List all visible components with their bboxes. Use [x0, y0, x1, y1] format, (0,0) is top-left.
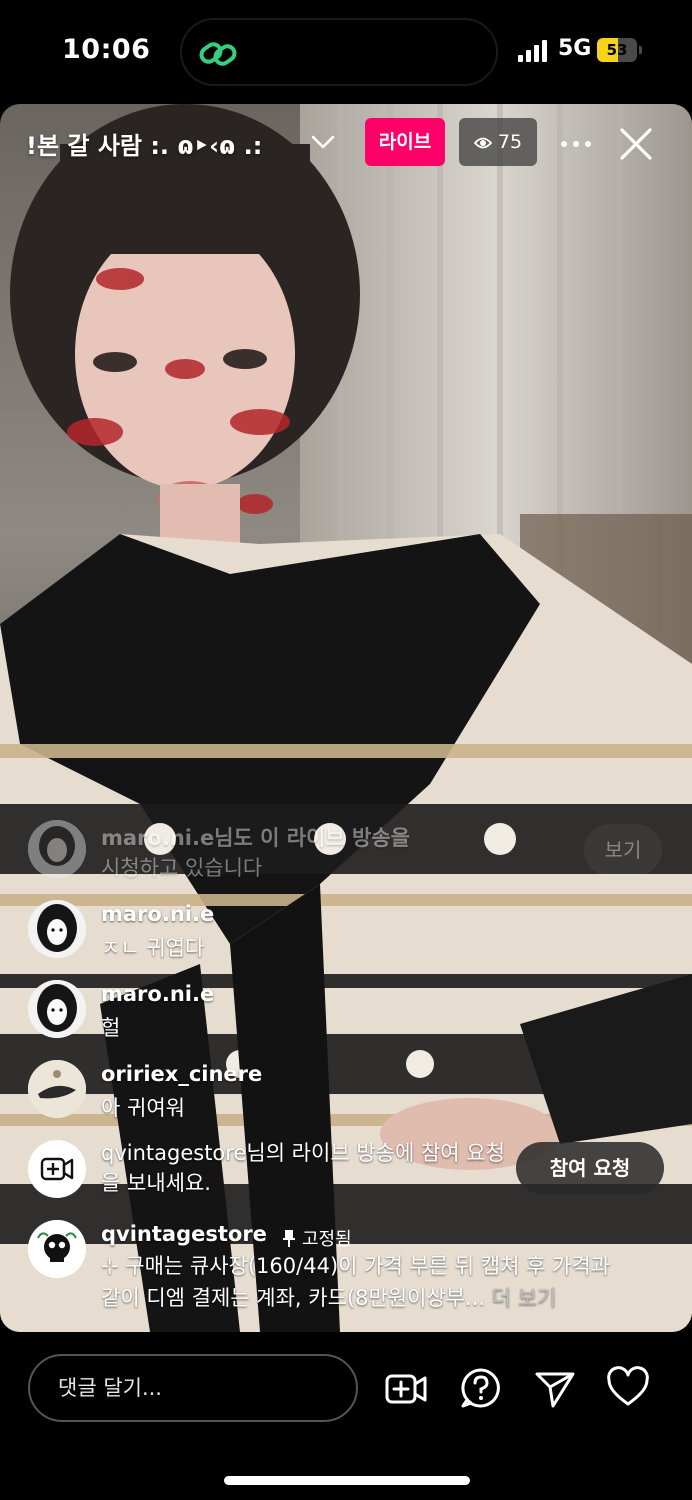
battery-level: 53	[606, 41, 628, 59]
signal-icon	[518, 40, 547, 62]
join-request-icon	[28, 1140, 86, 1198]
add-video-icon[interactable]	[384, 1366, 428, 1410]
chevron-down-icon[interactable]	[310, 132, 336, 152]
bottom-bar	[0, 1332, 692, 1500]
live-badge: 라이브	[365, 118, 445, 166]
pinned-label: 고정됨	[302, 1229, 352, 1250]
question-icon[interactable]	[459, 1366, 503, 1410]
pinned-username[interactable]: qvintagestore	[101, 1222, 267, 1246]
pinned-tag: 고정됨	[282, 1225, 352, 1251]
join-request-text: qvintagestore님의 라이브 방송에 참여 요청을 보내세요.	[101, 1141, 505, 1195]
comment-username[interactable]: maro.ni.e	[101, 902, 214, 926]
avatar	[28, 820, 86, 878]
eye-icon	[473, 137, 492, 148]
battery-icon: 53	[597, 38, 643, 62]
live-video[interactable]: !본 갈 사람 :. ɷ‣‹ɷ .: 라이브 75 maro.ni.e님도 이 …	[0, 104, 692, 1332]
dynamic-island	[180, 18, 498, 86]
view-button[interactable]: 보기	[584, 824, 662, 876]
heart-icon[interactable]	[606, 1366, 650, 1410]
pinned-line-1: ⊹ 구매는 큐사장(160/44)이 가격 부른 뒤 캡쳐 후 가격과	[101, 1254, 611, 1278]
see-more-link[interactable]: 더 보기	[492, 1286, 557, 1310]
viewer-count-badge[interactable]: 75	[459, 118, 537, 166]
avatar[interactable]	[28, 1060, 86, 1118]
join-request-button[interactable]: 참여 요청	[516, 1142, 664, 1194]
comment-username[interactable]: maro.ni.e	[101, 982, 214, 1006]
comment-text: 아 귀여워	[101, 1096, 185, 1120]
close-icon[interactable]	[616, 124, 656, 164]
pin-icon	[283, 1230, 295, 1247]
send-icon[interactable]	[533, 1366, 577, 1410]
comment-text: 시청하고 있습니다	[101, 856, 263, 880]
more-options-icon[interactable]	[558, 126, 594, 162]
avatar[interactable]	[28, 900, 86, 958]
link-icon	[199, 42, 237, 66]
status-time: 10:06	[62, 34, 151, 65]
comment-username: maro.ni.e님도 이 라이브 방송을	[101, 826, 410, 850]
network-type: 5G	[558, 36, 592, 61]
live-title: !본 갈 사람 :. ɷ‣‹ɷ .:	[26, 132, 263, 160]
status-bar: 10:06 5G 53	[0, 0, 692, 104]
comment-text: ㅈㄴ 귀엽다	[101, 936, 205, 960]
comment-input[interactable]	[28, 1354, 358, 1422]
comment-username[interactable]: oririex_cinere	[101, 1062, 262, 1086]
avatar[interactable]	[28, 1220, 86, 1278]
avatar[interactable]	[28, 980, 86, 1038]
comment-text: 헐	[101, 1016, 121, 1040]
home-indicator[interactable]	[224, 1476, 470, 1485]
pinned-line-2: 같이 디엠 결제는 계좌, 카드(8만원이상부...	[101, 1286, 486, 1310]
viewer-count: 75	[497, 131, 523, 153]
pinned-text: ⊹ 구매는 큐사장(160/44)이 가격 부른 뒤 캡쳐 후 가격과 같이 디…	[101, 1250, 671, 1314]
